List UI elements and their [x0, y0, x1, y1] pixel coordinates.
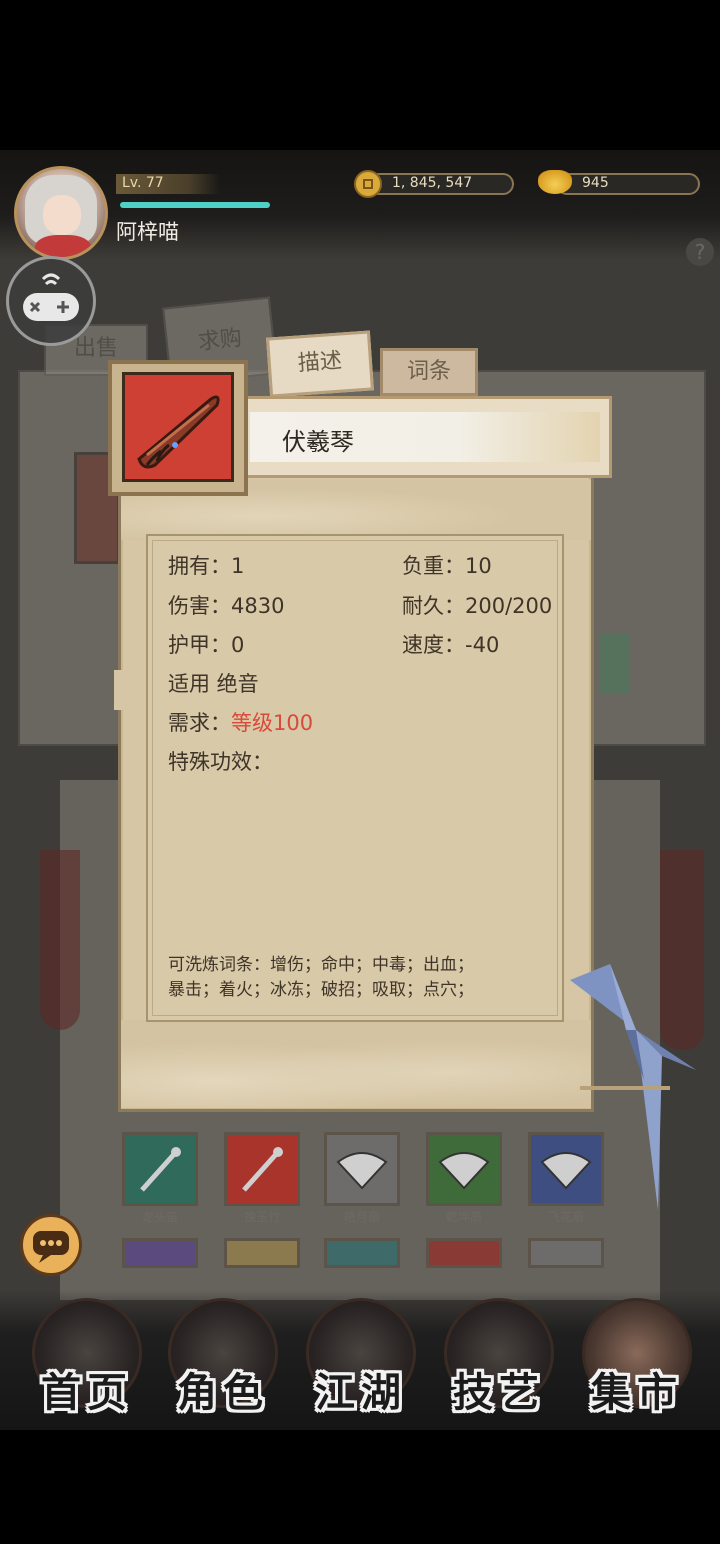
stat-applies-to: 适用 绝音 [168, 672, 259, 696]
requirement-value: 等级100 [231, 711, 314, 735]
item-name: 伏羲琴 [282, 428, 354, 456]
player-level: Lv. 77 [122, 175, 164, 191]
ingot-amount: 945 [582, 175, 609, 191]
guqin-icon-art [137, 395, 220, 469]
refinable-entries-line1: 可洗炼词条：增伤；命中；中毒；出血； [168, 955, 474, 975]
stat-armor: 护甲：0 [168, 633, 245, 657]
flute-icon [242, 1147, 283, 1192]
stat-owned: 拥有：1 [168, 554, 245, 578]
tab-description[interactable]: 描述 [266, 330, 374, 398]
fan-icon [540, 1152, 592, 1190]
inventory-slot-label: 皓月扇 [343, 1210, 380, 1224]
panel-cloud-pattern-bottom [121, 1020, 591, 1108]
stat-speed: 速度：-40 [402, 633, 500, 657]
stat-weight: 负重：10 [402, 554, 492, 578]
fan-icon [438, 1152, 490, 1190]
stat-durability: 耐久：200/200 [402, 594, 553, 618]
nav-market[interactable]: 集市 [572, 1292, 702, 1432]
nav-jianghu[interactable]: 江湖 [296, 1292, 426, 1432]
guqin-icon [122, 372, 234, 482]
chat-bubble-icon [33, 1231, 69, 1263]
inventory-slot-label: 乾坤扇 [445, 1210, 482, 1224]
inventory-slot[interactable] [224, 1238, 300, 1268]
nav-character[interactable]: 角色 [158, 1292, 288, 1432]
inventory-slot[interactable] [324, 1238, 400, 1268]
nav-jianghu-label: 江湖 [315, 1369, 407, 1416]
chat-button[interactable] [20, 1214, 82, 1276]
tab-entries[interactable]: 词条 [380, 348, 478, 396]
ingot-counter [556, 173, 700, 195]
help-icon[interactable]: ? [686, 238, 714, 266]
nav-market-label: 集市 [591, 1369, 683, 1416]
inventory-slot[interactable] [122, 1238, 198, 1268]
flute-icon [140, 1147, 181, 1192]
crane-stick [580, 1086, 670, 1090]
player-avatar[interactable] [14, 166, 108, 260]
avatar-face [43, 195, 81, 235]
header-brush-backdrop [0, 150, 720, 260]
curtain-left [40, 850, 80, 1030]
requirement-label: 需求： [168, 711, 231, 735]
stat-damage: 伤害：4830 [168, 594, 285, 618]
copper-coin-icon [354, 170, 382, 198]
stat-special-effect: 特殊功效： [168, 750, 273, 774]
stat-requirement: 需求：等级100 [168, 707, 313, 737]
inventory-slot[interactable] [528, 1238, 604, 1268]
coin-amount: 1, 845, 547 [392, 175, 473, 191]
refinable-entries-line2: 暴击；着火；冰冻；破招；吸取；点穴； [168, 980, 474, 1000]
nav-character-label: 角色 [177, 1369, 269, 1416]
panel-torn-edge [114, 670, 134, 710]
player-name: 阿梓喵 [116, 220, 179, 244]
nav-home[interactable]: 首页 [22, 1292, 152, 1432]
nav-skills-label: 技艺 [453, 1369, 545, 1416]
gamepad-icon [23, 273, 79, 321]
nav-home-label: 首页 [41, 1369, 133, 1416]
inventory-slot-label: 挽玉竹 [243, 1210, 280, 1224]
gold-ingot-icon [538, 170, 572, 194]
nav-skills[interactable]: 技艺 [434, 1292, 564, 1432]
inventory-slot[interactable] [426, 1238, 502, 1268]
experience-bar [120, 202, 270, 208]
inventory-slot-label: 龙头笛 [141, 1210, 178, 1224]
inventory-slot-label: 飞花扇 [547, 1210, 584, 1224]
background-button [600, 634, 630, 694]
fan-icon [336, 1152, 388, 1190]
gamepad-button[interactable] [6, 256, 96, 346]
